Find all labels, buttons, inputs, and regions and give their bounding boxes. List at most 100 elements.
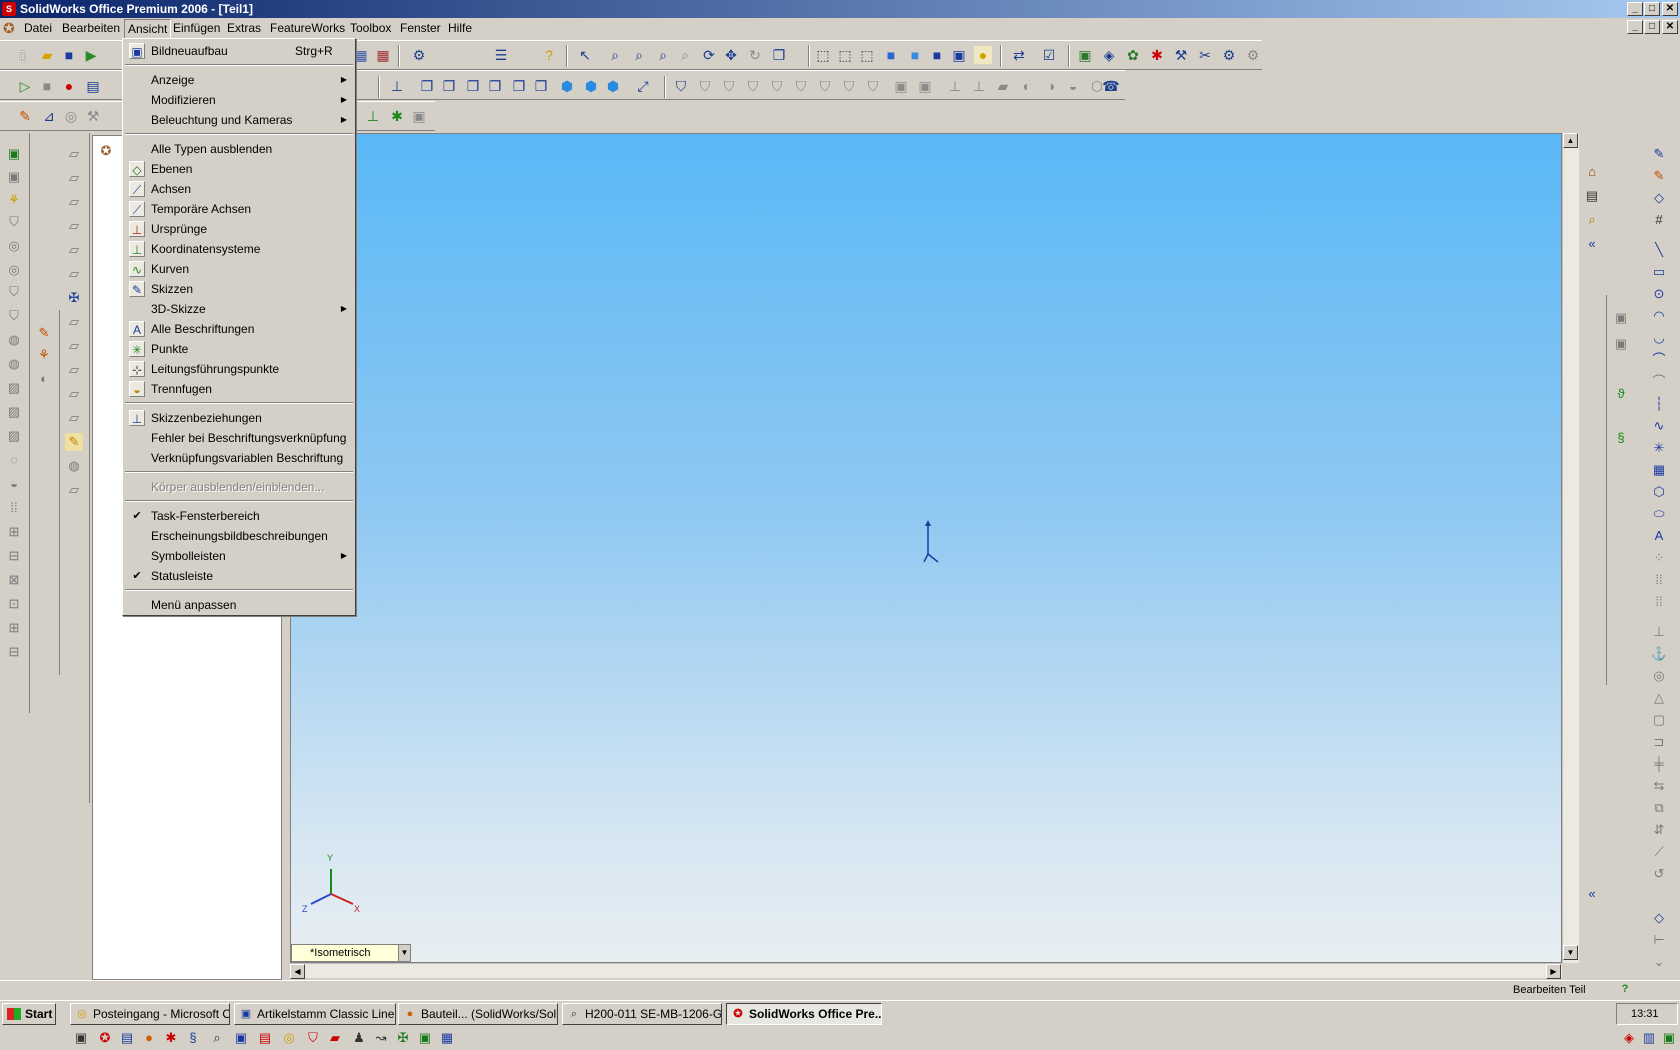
scene-icon[interactable]: ✿ bbox=[1124, 46, 1142, 64]
sketch-tool-1-icon[interactable]: ▣ bbox=[1612, 309, 1630, 327]
top-view-icon[interactable]: ❐ bbox=[510, 77, 528, 95]
part-icon[interactable]: ✪ bbox=[97, 142, 115, 160]
menu-item-skizzen[interactable]: ✎ Skizzen bbox=[125, 279, 353, 299]
scroll-left-icon[interactable]: ◀ bbox=[290, 964, 305, 979]
chamfer-icon[interactable]: ◍ bbox=[5, 355, 23, 373]
toolbox-icon[interactable]: ⚒ bbox=[1172, 46, 1190, 64]
menu-toolbox[interactable]: Toolbox bbox=[350, 21, 391, 35]
hidden-lines-visible-icon[interactable]: ⬚ bbox=[836, 46, 854, 64]
sweep-icon[interactable]: ⚘ bbox=[5, 191, 23, 209]
file-explorer-icon[interactable]: ⌕ bbox=[1583, 211, 1601, 229]
menu-item-kurven[interactable]: ∿ Kurven bbox=[125, 259, 353, 279]
move-body-icon[interactable]: ⊞ bbox=[5, 619, 23, 637]
parting-line-icon[interactable]: ⛉ bbox=[720, 77, 738, 95]
sheetmetal-icon[interactable]: ⊥ bbox=[946, 77, 964, 95]
offset-icon[interactable]: ▢ bbox=[1650, 711, 1668, 729]
extrude-cut-icon[interactable]: ◎ bbox=[5, 237, 23, 255]
view-orientation-icon[interactable]: ❐ bbox=[770, 46, 788, 64]
tooling-split-icon[interactable]: ⛉ bbox=[792, 77, 810, 95]
run-macro-icon[interactable]: ▷ bbox=[16, 77, 34, 95]
menu-einfuegen[interactable]: Einfügen bbox=[173, 21, 220, 35]
menu-item-ursprünge[interactable]: ⊥ Ursprünge bbox=[125, 219, 353, 239]
revolve-cut-icon[interactable]: ◎ bbox=[5, 261, 23, 279]
boundary-surface-icon[interactable]: ▱ bbox=[65, 241, 83, 259]
extrude-boss-icon[interactable]: ▣ bbox=[5, 145, 23, 163]
sketch-gray2-icon[interactable]: ⚒ bbox=[84, 107, 102, 125]
undercut-icon[interactable]: ⛉ bbox=[696, 77, 714, 95]
menu-item-achsen[interactable]: ⟋ Achsen bbox=[125, 179, 353, 199]
arc-icon[interactable]: ◠ bbox=[1650, 307, 1668, 325]
rectangle-icon[interactable]: ▭ bbox=[1650, 263, 1668, 281]
start-button[interactable]: Start bbox=[2, 1003, 56, 1025]
mold-icon[interactable]: ▣ bbox=[892, 77, 910, 95]
stop-macro-icon[interactable]: ■ bbox=[38, 77, 56, 95]
sketched-bend-icon[interactable]: ◒ bbox=[1064, 77, 1082, 95]
dimetric-view-icon[interactable]: ⬢ bbox=[604, 77, 622, 95]
core-icon[interactable]: ⛉ bbox=[816, 77, 834, 95]
help-status-icon[interactable]: ? bbox=[1618, 983, 1632, 997]
loft-icon[interactable]: ⛉ bbox=[5, 213, 23, 231]
quicklaunch-app3-icon[interactable]: ▣ bbox=[232, 1029, 250, 1047]
taskbar-button-solidworks[interactable]: ✪ SolidWorks Office Pre... bbox=[726, 1003, 882, 1025]
trim-surface-icon[interactable]: ▱ bbox=[65, 409, 83, 427]
vertical-scrollbar[interactable]: ▲ ▼ bbox=[1562, 133, 1579, 963]
linear-pattern-icon[interactable]: ⁞⁞ bbox=[1650, 571, 1668, 589]
polygon-icon[interactable]: ▦ bbox=[1650, 461, 1668, 479]
extend-icon[interactable]: △ bbox=[1650, 689, 1668, 707]
maximize-button[interactable]: □ bbox=[1644, 2, 1660, 16]
spline-tool-icon[interactable]: ∿ bbox=[1650, 417, 1668, 435]
fillet-sketch-icon[interactable]: ⌒ bbox=[1650, 373, 1668, 391]
menu-item-punkte[interactable]: ✳ Punkte bbox=[125, 339, 353, 359]
doc-restore-button[interactable]: □ bbox=[1644, 20, 1660, 34]
hole-icon[interactable]: ◌ bbox=[5, 451, 23, 469]
quicklaunch-app-icon[interactable]: ✱ bbox=[162, 1029, 180, 1047]
menu-item-trennfugen[interactable]: ◒ Trennfugen bbox=[125, 379, 353, 399]
menu-item-bildneuaufbau[interactable]: ▣ Bildneuaufbau Strg+R bbox=[125, 41, 353, 61]
tray-icon-3[interactable]: ▣ bbox=[1660, 1029, 1678, 1047]
sketch-gray-icon[interactable]: ◎ bbox=[62, 107, 80, 125]
section-view-icon[interactable]: ▣ bbox=[950, 46, 968, 64]
point-icon[interactable]: ✱ bbox=[388, 107, 406, 125]
helix-icon[interactable]: ⚘ bbox=[35, 346, 53, 364]
surface-loft-icon[interactable]: ▱ bbox=[65, 217, 83, 235]
menu-extras[interactable]: Extras bbox=[227, 21, 261, 35]
motion-icon[interactable]: ⚙ bbox=[1220, 46, 1238, 64]
quicklaunch-explorer-icon[interactable]: ▤ bbox=[118, 1029, 136, 1047]
thicken-icon[interactable]: ◍ bbox=[65, 457, 83, 475]
right-view-icon[interactable]: ❐ bbox=[486, 77, 504, 95]
centerline-icon[interactable]: ┆ bbox=[1650, 395, 1668, 413]
sketch-misc-icon[interactable]: ▣ bbox=[410, 107, 428, 125]
doc-minimize-button[interactable]: _ bbox=[1627, 20, 1643, 34]
move-entities-icon[interactable]: ⇆ bbox=[1650, 777, 1668, 795]
zoom-area-icon[interactable]: ⌕ bbox=[630, 46, 648, 64]
design-library-icon[interactable]: ▤ bbox=[1583, 187, 1601, 205]
rib-icon[interactable]: ▨ bbox=[5, 379, 23, 397]
options-icon[interactable]: ⚙ bbox=[410, 46, 428, 64]
quicklaunch-app2-icon[interactable]: § bbox=[184, 1029, 202, 1047]
menu-item-alle-typen-ausblenden[interactable]: Alle Typen ausblenden bbox=[125, 139, 353, 159]
ellipse-icon[interactable]: ⬭ bbox=[1650, 505, 1668, 523]
draft-icon[interactable]: ▨ bbox=[5, 427, 23, 445]
menu-item-temporäre-achsen[interactable]: ⟋ Temporäre Achsen bbox=[125, 199, 353, 219]
home-icon[interactable]: ⌂ bbox=[1583, 163, 1601, 181]
ruled-surface-2-icon[interactable]: ▱ bbox=[65, 361, 83, 379]
draft-analysis-icon[interactable]: ⛉ bbox=[672, 77, 690, 95]
sketch-icon[interactable]: ✎ bbox=[1650, 145, 1668, 163]
origin-axis-icon[interactable]: ⊥ bbox=[364, 107, 382, 125]
print-icon[interactable]: ▶ bbox=[82, 46, 100, 64]
menu-item-3d-skizze[interactable]: 3D-Skizze ▶ bbox=[125, 299, 353, 319]
realview-icon[interactable]: ● bbox=[974, 46, 992, 64]
document-icon[interactable]: ✪ bbox=[3, 20, 19, 36]
miter-flange-icon[interactable]: ▰ bbox=[994, 77, 1012, 95]
ruler-icon[interactable]: ⊢ bbox=[1650, 931, 1668, 949]
quicklaunch-pdf-icon[interactable]: ▤ bbox=[256, 1029, 274, 1047]
tray-icon-2[interactable]: ▥ bbox=[1640, 1029, 1658, 1047]
3d-instant-icon[interactable]: ✱ bbox=[1148, 46, 1166, 64]
pattern-icon[interactable]: ⁞⁞ bbox=[5, 499, 23, 517]
quicklaunch-app7-icon[interactable]: ✠ bbox=[394, 1029, 412, 1047]
point-tool-icon[interactable]: ✳ bbox=[1650, 439, 1668, 457]
circle-icon[interactable]: ⊙ bbox=[1650, 285, 1668, 303]
shut-off-icon[interactable]: ⛉ bbox=[768, 77, 786, 95]
menu-item-task-fensterbereich[interactable]: ✔ Task-Fensterbereich bbox=[125, 506, 353, 526]
circular-pattern-icon[interactable]: ⁞⁞ bbox=[1650, 593, 1668, 611]
